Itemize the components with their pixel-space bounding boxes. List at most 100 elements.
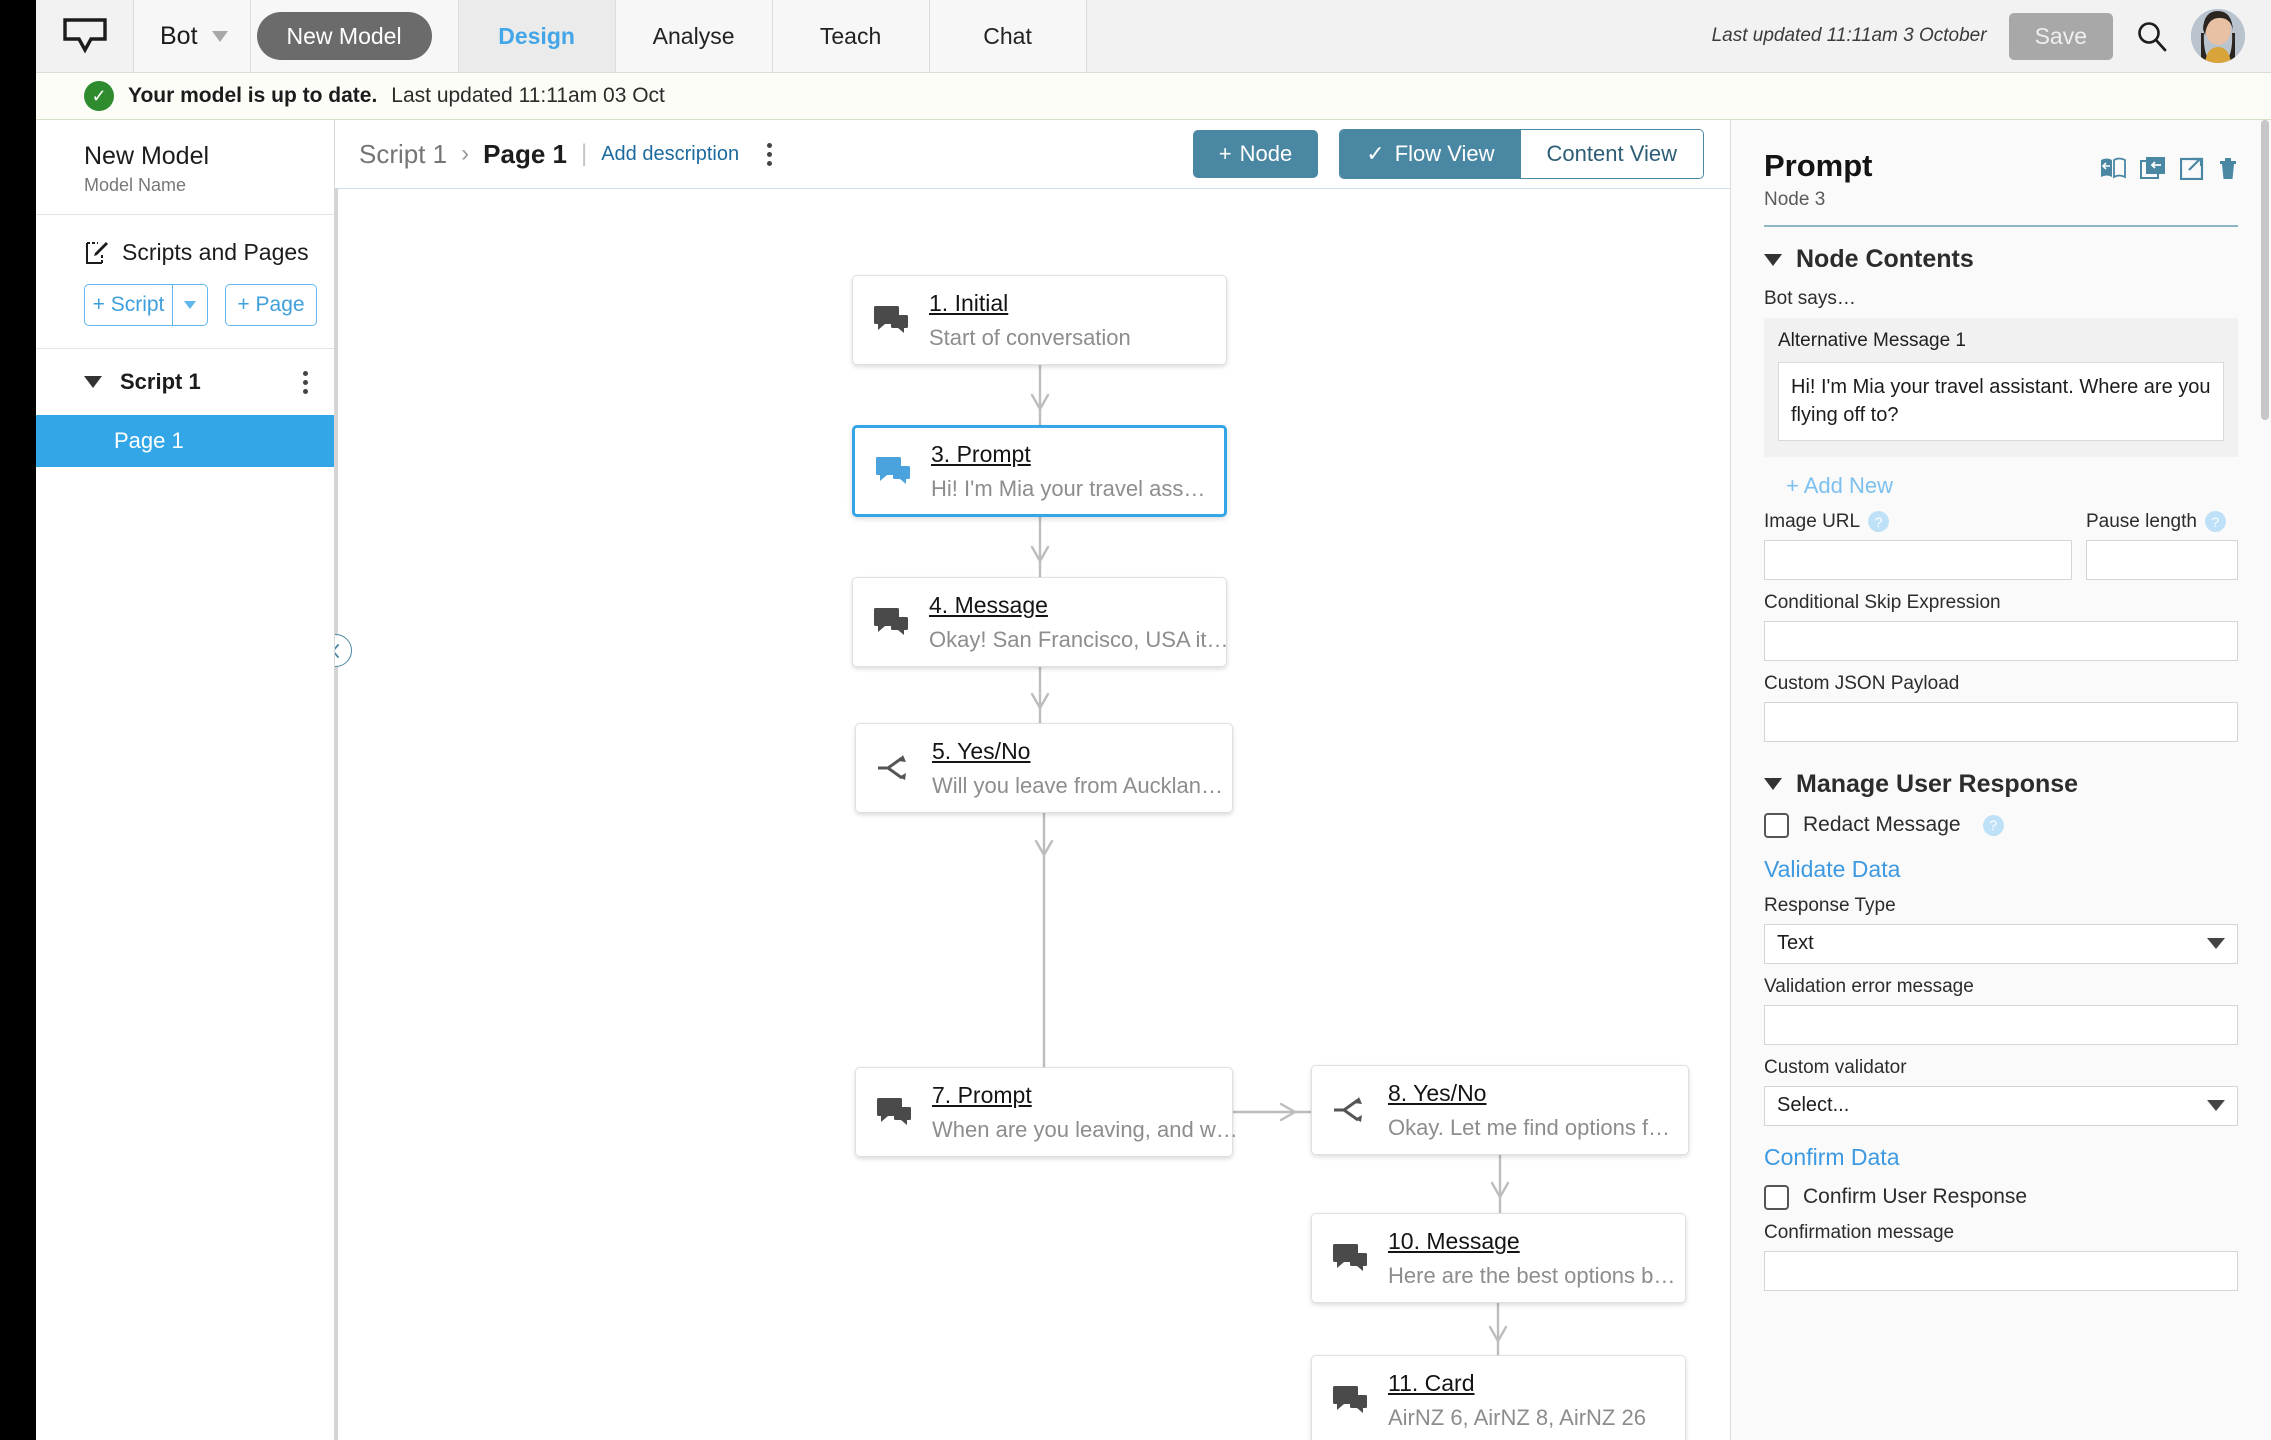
content-view-button[interactable]: Content View — [1520, 130, 1703, 178]
flow-node-text: 10. Message Here are the best options b… — [1388, 1226, 1675, 1291]
open-external-icon[interactable] — [2180, 156, 2204, 180]
flow-node-10-message[interactable]: 10. Message Here are the best options b… — [1311, 1213, 1686, 1303]
node-contents-title: Node Contents — [1796, 245, 1974, 273]
tab-chat[interactable]: Chat — [929, 0, 1087, 72]
model-pill[interactable]: New Model — [256, 12, 432, 60]
page-options-kebab-icon[interactable] — [767, 142, 773, 166]
confirmation-message-field: Confirmation message — [1764, 1222, 2238, 1291]
image-url-help-icon[interactable]: ? — [1868, 511, 1890, 533]
flow-node-text: 11. Card AirNZ 6, AirNZ 8, AirNZ 26 — [1388, 1368, 1646, 1433]
bot-selector[interactable]: Bot — [134, 0, 251, 72]
pause-length-input[interactable] — [2086, 539, 2238, 580]
flow-canvas[interactable]: 1. Initial Start of conversation 3. Prom… — [335, 189, 1730, 1440]
canvas-toolbar-actions: + Node ✓ Flow View Content View — [1192, 129, 1704, 179]
confirm-data-link[interactable]: Confirm Data — [1764, 1144, 2238, 1171]
tab-chat-label: Chat — [983, 22, 1032, 49]
validation-error-input[interactable] — [1764, 1004, 2238, 1045]
manage-user-response-section-header[interactable]: Manage User Response — [1764, 770, 2238, 799]
add-node-plus-icon: + — [1218, 141, 1232, 166]
response-type-select[interactable]: Text — [1764, 923, 2238, 964]
sidebar-script-label: Script 1 — [120, 369, 201, 394]
scripts-and-pages-label: Scripts and Pages — [122, 239, 309, 265]
breadcrumb-toolbar: Script 1 › Page 1 | Add description + No… — [335, 120, 1730, 189]
add-script-button[interactable]: + Script — [84, 284, 172, 326]
user-avatar[interactable] — [2191, 9, 2245, 63]
breadcrumb-page: Page 1 — [483, 138, 567, 169]
manage-user-response-title: Manage User Response — [1796, 769, 2079, 798]
add-script-dropdown-chevron-down-icon[interactable] — [172, 284, 208, 326]
validation-error-label: Validation error message — [1764, 975, 1974, 997]
flow-node-8-yesno[interactable]: 8. Yes/No Okay. Let me find options f… — [1311, 1065, 1689, 1155]
confirm-user-response-row: Confirm User Response — [1764, 1184, 2238, 1210]
flow-node-1-initial[interactable]: 1. Initial Start of conversation — [852, 275, 1227, 365]
add-new-message-button[interactable]: + Add New — [1786, 473, 2238, 499]
breadcrumb-script[interactable]: Script 1 — [359, 139, 447, 170]
search-icon[interactable] — [2135, 19, 2169, 53]
add-node-label: Node — [1239, 141, 1293, 166]
image-pause-row: Image URL? Pause length? — [1764, 511, 2238, 580]
chevron-down-icon — [211, 30, 228, 42]
conditional-skip-input[interactable] — [1764, 620, 2238, 661]
chat-icon — [873, 456, 913, 486]
flow-node-3-prompt[interactable]: 3. Prompt Hi! I'm Mia your travel ass… — [852, 425, 1227, 517]
model-status-bar: ✓ Your model is up to date. Last updated… — [36, 73, 2271, 120]
script-options-kebab-icon[interactable] — [303, 370, 308, 394]
flow-node-4-message[interactable]: 4. Message Okay! San Francisco, USA it… — [852, 577, 1229, 667]
panel-scrollbar[interactable] — [2261, 120, 2269, 420]
redact-message-help-icon[interactable]: ? — [1982, 814, 2004, 836]
tab-analyse[interactable]: Analyse — [615, 0, 773, 72]
edit-document-icon — [86, 241, 108, 264]
tab-design[interactable]: Design — [458, 0, 616, 72]
chat-icon — [1330, 1385, 1370, 1415]
add-node-button[interactable]: + Node — [1192, 130, 1319, 178]
canvas-left-rail — [335, 189, 338, 1440]
sidebar-item-script-1[interactable]: Script 1 — [36, 349, 334, 415]
response-type-field: Response Type Text — [1764, 895, 2238, 964]
scripts-and-pages-title: Scripts and Pages — [84, 239, 334, 266]
top-bar: Bot New Model Design Analyse Teach Chat … — [36, 0, 2271, 73]
sidebar-add-buttons: + Script + Page — [84, 284, 334, 326]
flow-node-text: 5. Yes/No Will you leave from Aucklan… — [932, 736, 1223, 801]
chat-icon — [1330, 1243, 1370, 1273]
image-url-input[interactable] — [1764, 539, 2072, 580]
pause-length-label: Pause length? — [2086, 511, 2238, 533]
breadcrumb-chevron-right-icon: › — [461, 140, 470, 167]
save-button[interactable]: Save — [2008, 12, 2113, 60]
add-page-button[interactable]: + Page — [225, 284, 317, 326]
chat-icon — [874, 1097, 914, 1127]
custom-validator-label: Custom validator — [1764, 1056, 1907, 1078]
flow-node-5-yesno[interactable]: 5. Yes/No Will you leave from Aucklan… — [855, 723, 1233, 813]
confirm-user-response-checkbox[interactable] — [1764, 1184, 1789, 1210]
tab-teach[interactable]: Teach — [772, 0, 930, 72]
canvas-area: Script 1 › Page 1 | Add description + No… — [335, 120, 1730, 1440]
alternative-message-input[interactable]: Hi! I'm Mia your travel assistant. Where… — [1778, 362, 2224, 441]
app-root: Bot New Model Design Analyse Teach Chat … — [33, 0, 2271, 1440]
triangle-down-icon — [1764, 253, 1782, 266]
redact-message-checkbox[interactable] — [1764, 812, 1789, 838]
app-logo[interactable] — [36, 0, 134, 72]
flow-node-7-prompt[interactable]: 7. Prompt When are you leaving, and w… — [855, 1067, 1238, 1157]
flow-node-text: 4. Message Okay! San Francisco, USA it… — [929, 590, 1229, 655]
node-properties-panel: Prompt Node 3 Node Contents Bot says… Al… — [1730, 120, 2271, 1440]
body: New Model Model Name Scripts and Pages +… — [36, 120, 2271, 1440]
flow-view-button[interactable]: ✓ Flow View — [1340, 130, 1521, 178]
conditional-skip-field: Conditional Skip Expression — [1764, 592, 2238, 661]
delete-icon[interactable] — [2218, 156, 2238, 180]
collapse-sidebar-button[interactable] — [335, 634, 352, 667]
validate-data-link[interactable]: Validate Data — [1764, 856, 2238, 883]
node-contents-section-header[interactable]: Node Contents — [1764, 245, 2238, 274]
dictionary-icon[interactable] — [2100, 156, 2126, 180]
confirmation-message-input[interactable] — [1764, 1250, 2238, 1291]
flow-node-11-card[interactable]: 11. Card AirNZ 6, AirNZ 8, AirNZ 26 — [1311, 1355, 1686, 1440]
flow-node-text: 7. Prompt When are you leaving, and w… — [932, 1080, 1238, 1145]
pause-length-help-icon[interactable]: ? — [2204, 511, 2226, 533]
add-description-link[interactable]: Add description — [601, 143, 739, 166]
pause-length-label-text: Pause length — [2086, 510, 2197, 532]
sidebar-item-page-1[interactable]: Page 1 — [36, 415, 334, 467]
chevron-down-icon — [2207, 938, 2225, 950]
tab-design-label: Design — [498, 22, 575, 49]
flow-node-subtitle: AirNZ 6, AirNZ 8, AirNZ 26 — [1388, 1404, 1646, 1430]
duplicate-icon[interactable] — [2140, 156, 2166, 180]
custom-json-input[interactable] — [1764, 701, 2238, 742]
custom-validator-select[interactable]: Select... — [1764, 1085, 2238, 1126]
